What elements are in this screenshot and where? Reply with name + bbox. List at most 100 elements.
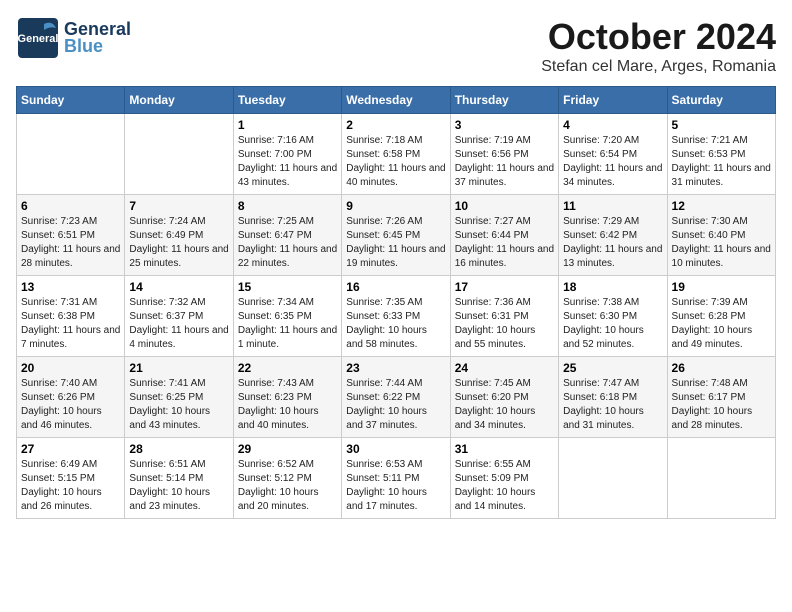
calendar-cell: 11 Sunrise: 7:29 AM Sunset: 6:42 PM Dayli… xyxy=(559,195,667,276)
day-info: Sunrise: 7:26 AM Sunset: 6:45 PM Dayligh… xyxy=(346,215,445,271)
day-number: 12 xyxy=(672,199,771,213)
day-info: Sunrise: 7:23 AM Sunset: 6:51 PM Dayligh… xyxy=(21,215,120,271)
day-number: 17 xyxy=(455,280,554,294)
calendar-cell: 25 Sunrise: 7:47 AM Sunset: 6:18 PM Dayli… xyxy=(559,357,667,438)
day-info: Sunrise: 7:25 AM Sunset: 6:47 PM Dayligh… xyxy=(238,215,337,271)
day-number: 10 xyxy=(455,199,554,213)
day-info: Sunrise: 7:34 AM Sunset: 6:35 PM Dayligh… xyxy=(238,296,337,352)
day-info: Sunrise: 7:43 AM Sunset: 6:23 PM Dayligh… xyxy=(238,377,337,433)
calendar-cell: 17Sunrise: 7:36 AM Sunset: 6:31 PM Dayli… xyxy=(450,276,558,357)
day-info: Sunrise: 7:27 AM Sunset: 6:44 PM Dayligh… xyxy=(455,215,554,271)
calendar-cell: 31Sunrise: 6:55 AM Sunset: 5:09 PM Dayli… xyxy=(450,438,558,519)
day-info: Sunrise: 6:52 AM Sunset: 5:12 PM Dayligh… xyxy=(238,458,337,514)
calendar-cell xyxy=(559,438,667,519)
calendar-body: 1 Sunrise: 7:16 AM Sunset: 7:00 PM Daylig… xyxy=(17,114,776,519)
weekday-header-saturday: Saturday xyxy=(667,87,775,114)
day-info: Sunrise: 6:55 AM Sunset: 5:09 PM Dayligh… xyxy=(455,458,554,514)
day-number: 15 xyxy=(238,280,337,294)
day-number: 28 xyxy=(129,442,228,456)
calendar-cell: 28Sunrise: 6:51 AM Sunset: 5:14 PM Dayli… xyxy=(125,438,233,519)
day-info: Sunrise: 7:16 AM Sunset: 7:00 PM Dayligh… xyxy=(238,134,337,190)
day-number: 2 xyxy=(346,118,445,132)
day-number: 30 xyxy=(346,442,445,456)
day-number: 4 xyxy=(563,118,662,132)
day-number: 11 xyxy=(563,199,662,213)
calendar-cell: 21 Sunrise: 7:41 AM Sunset: 6:25 PM Dayli… xyxy=(125,357,233,438)
weekday-header-monday: Monday xyxy=(125,87,233,114)
calendar-cell: 9Sunrise: 7:26 AM Sunset: 6:45 PM Daylig… xyxy=(342,195,450,276)
calendar-cell: 30Sunrise: 6:53 AM Sunset: 5:11 PM Dayli… xyxy=(342,438,450,519)
location-title: Stefan cel Mare, Arges, Romania xyxy=(541,58,776,76)
calendar-cell: 12 Sunrise: 7:30 AM Sunset: 6:40 PM Dayli… xyxy=(667,195,775,276)
day-info: Sunrise: 7:20 AM Sunset: 6:54 PM Dayligh… xyxy=(563,134,662,190)
day-number: 29 xyxy=(238,442,337,456)
weekday-header-wednesday: Wednesday xyxy=(342,87,450,114)
day-info: Sunrise: 7:44 AM Sunset: 6:22 PM Dayligh… xyxy=(346,377,445,433)
day-number: 8 xyxy=(238,199,337,213)
calendar-cell: 23 Sunrise: 7:44 AM Sunset: 6:22 PM Dayli… xyxy=(342,357,450,438)
calendar-cell: 15 Sunrise: 7:34 AM Sunset: 6:35 PM Dayli… xyxy=(233,276,341,357)
day-info: Sunrise: 7:30 AM Sunset: 6:40 PM Dayligh… xyxy=(672,215,771,271)
day-number: 13 xyxy=(21,280,120,294)
day-info: Sunrise: 7:31 AM Sunset: 6:38 PM Dayligh… xyxy=(21,296,120,352)
calendar-cell: 5 Sunrise: 7:21 AM Sunset: 6:53 PM Daylig… xyxy=(667,114,775,195)
day-number: 27 xyxy=(21,442,120,456)
calendar-cell: 4 Sunrise: 7:20 AM Sunset: 6:54 PM Daylig… xyxy=(559,114,667,195)
day-info: Sunrise: 7:41 AM Sunset: 6:25 PM Dayligh… xyxy=(129,377,228,433)
calendar-cell: 6 Sunrise: 7:23 AM Sunset: 6:51 PM Daylig… xyxy=(17,195,125,276)
calendar-cell: 7Sunrise: 7:24 AM Sunset: 6:49 PM Daylig… xyxy=(125,195,233,276)
day-number: 26 xyxy=(672,361,771,375)
day-info: Sunrise: 7:40 AM Sunset: 6:26 PM Dayligh… xyxy=(21,377,120,433)
day-info: Sunrise: 7:48 AM Sunset: 6:17 PM Dayligh… xyxy=(672,377,771,433)
day-info: Sunrise: 7:19 AM Sunset: 6:56 PM Dayligh… xyxy=(455,134,554,190)
calendar-header-row: SundayMondayTuesdayWednesdayThursdayFrid… xyxy=(17,87,776,114)
day-number: 23 xyxy=(346,361,445,375)
day-number: 21 xyxy=(129,361,228,375)
svg-text:General: General xyxy=(18,33,59,45)
calendar-cell: 26 Sunrise: 7:48 AM Sunset: 6:17 PM Dayli… xyxy=(667,357,775,438)
day-info: Sunrise: 7:47 AM Sunset: 6:18 PM Dayligh… xyxy=(563,377,662,433)
day-info: Sunrise: 6:49 AM Sunset: 5:15 PM Dayligh… xyxy=(21,458,120,514)
calendar-cell: 3Sunrise: 7:19 AM Sunset: 6:56 PM Daylig… xyxy=(450,114,558,195)
day-info: Sunrise: 7:21 AM Sunset: 6:53 PM Dayligh… xyxy=(672,134,771,190)
day-info: Sunrise: 7:32 AM Sunset: 6:37 PM Dayligh… xyxy=(129,296,228,352)
calendar-cell: 29 Sunrise: 6:52 AM Sunset: 5:12 PM Dayli… xyxy=(233,438,341,519)
day-number: 5 xyxy=(672,118,771,132)
logo: General General Blue xyxy=(16,16,131,60)
day-number: 25 xyxy=(563,361,662,375)
calendar-cell: 16 Sunrise: 7:35 AM Sunset: 6:33 PM Dayli… xyxy=(342,276,450,357)
day-info: Sunrise: 7:29 AM Sunset: 6:42 PM Dayligh… xyxy=(563,215,662,271)
calendar-cell: 10 Sunrise: 7:27 AM Sunset: 6:44 PM Dayli… xyxy=(450,195,558,276)
day-number: 19 xyxy=(672,280,771,294)
day-number: 20 xyxy=(21,361,120,375)
day-info: Sunrise: 7:35 AM Sunset: 6:33 PM Dayligh… xyxy=(346,296,445,352)
day-number: 1 xyxy=(238,118,337,132)
calendar-cell xyxy=(17,114,125,195)
day-info: Sunrise: 7:39 AM Sunset: 6:28 PM Dayligh… xyxy=(672,296,771,352)
day-number: 22 xyxy=(238,361,337,375)
day-number: 16 xyxy=(346,280,445,294)
day-number: 7 xyxy=(129,199,228,213)
calendar: SundayMondayTuesdayWednesdayThursdayFrid… xyxy=(16,86,776,519)
calendar-cell: 18 Sunrise: 7:38 AM Sunset: 6:30 PM Dayli… xyxy=(559,276,667,357)
header: General General Blue October 2024 Stefan… xyxy=(16,16,776,76)
day-info: Sunrise: 7:38 AM Sunset: 6:30 PM Dayligh… xyxy=(563,296,662,352)
day-number: 24 xyxy=(455,361,554,375)
calendar-week-2: 6 Sunrise: 7:23 AM Sunset: 6:51 PM Daylig… xyxy=(17,195,776,276)
calendar-week-3: 13 Sunrise: 7:31 AM Sunset: 6:38 PM Dayli… xyxy=(17,276,776,357)
day-number: 6 xyxy=(21,199,120,213)
calendar-cell: 19 Sunrise: 7:39 AM Sunset: 6:28 PM Dayli… xyxy=(667,276,775,357)
calendar-cell xyxy=(125,114,233,195)
calendar-week-5: 27 Sunrise: 6:49 AM Sunset: 5:15 PM Dayli… xyxy=(17,438,776,519)
title-area: October 2024 Stefan cel Mare, Arges, Rom… xyxy=(541,16,776,76)
calendar-week-4: 20 Sunrise: 7:40 AM Sunset: 6:26 PM Dayli… xyxy=(17,357,776,438)
calendar-cell: 1 Sunrise: 7:16 AM Sunset: 7:00 PM Daylig… xyxy=(233,114,341,195)
calendar-cell: 13 Sunrise: 7:31 AM Sunset: 6:38 PM Dayli… xyxy=(17,276,125,357)
weekday-header-tuesday: Tuesday xyxy=(233,87,341,114)
calendar-cell xyxy=(667,438,775,519)
calendar-cell: 14Sunrise: 7:32 AM Sunset: 6:37 PM Dayli… xyxy=(125,276,233,357)
day-number: 18 xyxy=(563,280,662,294)
calendar-cell: 2Sunrise: 7:18 AM Sunset: 6:58 PM Daylig… xyxy=(342,114,450,195)
calendar-week-1: 1 Sunrise: 7:16 AM Sunset: 7:00 PM Daylig… xyxy=(17,114,776,195)
month-title: October 2024 xyxy=(541,16,776,58)
